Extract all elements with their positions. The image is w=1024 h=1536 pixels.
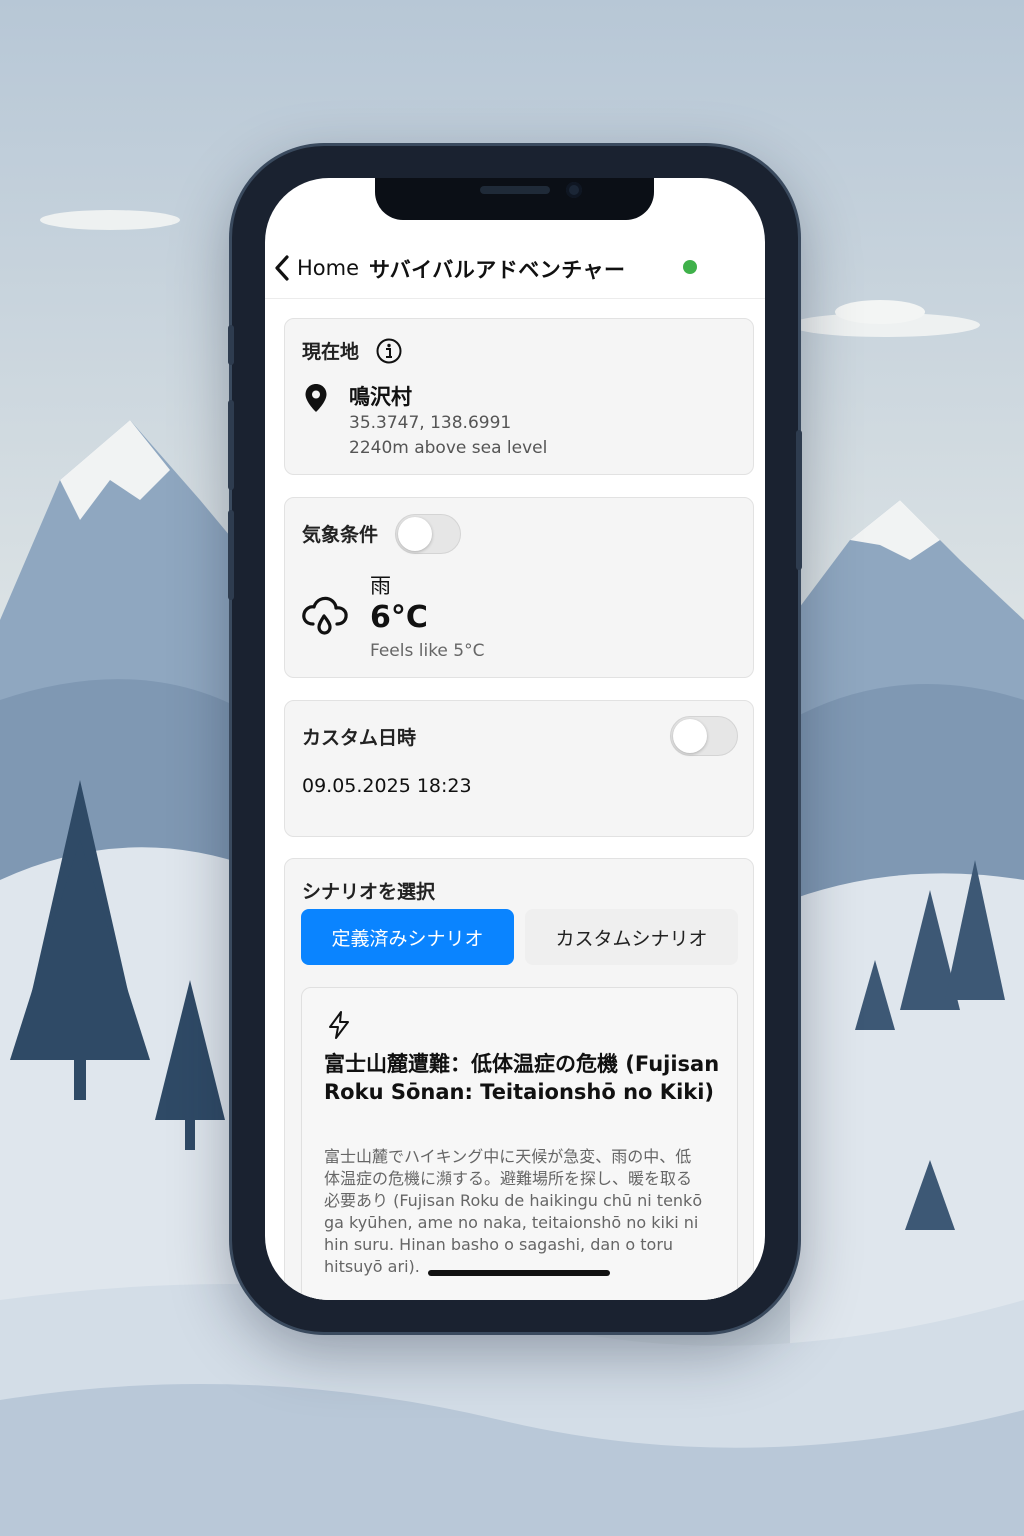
location-name: 鳴沢村 xyxy=(349,385,412,409)
volume-down-button xyxy=(228,510,234,600)
page-title: サバイバルアドベンチャー xyxy=(369,258,626,282)
weather-temperature: 6°C xyxy=(370,600,428,635)
lightning-icon xyxy=(329,1011,349,1039)
cloud-rain-icon xyxy=(302,596,348,635)
scenario-section: シナリオを選択 定義済みシナリオ カスタムシナリオ 富士山麓遭難：低体温症の危機… xyxy=(284,858,754,1300)
toggle-knob xyxy=(398,517,432,551)
weather-condition: 雨 xyxy=(370,574,391,598)
back-button[interactable]: Home xyxy=(273,254,359,282)
scenario-card-title: 富士山麓遭難：低体温症の危機 (Fujisan Roku Sōnan: Teit… xyxy=(324,1052,720,1104)
power-button xyxy=(796,430,802,570)
location-title: 現在地 xyxy=(302,341,360,363)
volume-up-button xyxy=(228,400,234,490)
tab-predefined-scenarios[interactable]: 定義済みシナリオ xyxy=(301,909,514,965)
weather-toggle[interactable] xyxy=(395,514,461,554)
location-altitude: 2240m above sea level xyxy=(349,438,548,458)
tab-custom-scenarios[interactable]: カスタムシナリオ xyxy=(525,909,738,965)
custom-datetime-card: カスタム日時 09.05.2025 18:23 xyxy=(284,700,754,837)
phone-notch xyxy=(375,178,654,220)
scenario-card[interactable]: 富士山麓遭難：低体温症の危機 (Fujisan Roku Sōnan: Teit… xyxy=(301,987,738,1300)
speaker-grille xyxy=(480,186,550,194)
phone-screen: Home サバイバルアドベンチャー 現在地 鳴沢村 35.3747, 138.6… xyxy=(265,178,765,1300)
back-label: Home xyxy=(297,256,360,280)
map-pin-icon xyxy=(305,384,327,412)
weather-feels-like: Feels like 5°C xyxy=(370,641,485,661)
mute-switch xyxy=(228,325,234,365)
info-icon[interactable] xyxy=(375,337,403,365)
front-camera xyxy=(566,182,582,198)
chevron-left-icon xyxy=(275,255,289,281)
custom-datetime-value: 09.05.2025 18:23 xyxy=(302,775,472,797)
scenario-title: シナリオを選択 xyxy=(302,881,436,903)
weather-title: 気象条件 xyxy=(302,524,379,546)
home-indicator[interactable] xyxy=(428,1270,610,1276)
location-coordinates: 35.3747, 138.6991 xyxy=(349,413,512,433)
toggle-knob xyxy=(673,719,707,753)
custom-datetime-toggle[interactable] xyxy=(670,716,738,756)
location-card: 現在地 鳴沢村 35.3747, 138.6991 2240m above se… xyxy=(284,318,754,475)
custom-datetime-title: カスタム日時 xyxy=(302,727,417,749)
connection-status-dot xyxy=(683,260,697,274)
weather-card: 気象条件 雨 6°C Feels like 5°C xyxy=(284,497,754,678)
scenario-card-description: 富士山麓でハイキング中に天候が急変、雨の中、低体温症の危機に瀕する。避難場所を探… xyxy=(324,1147,703,1276)
